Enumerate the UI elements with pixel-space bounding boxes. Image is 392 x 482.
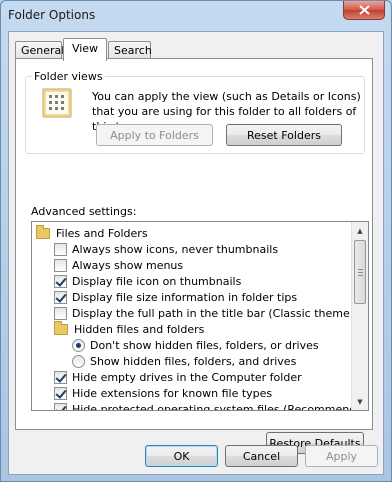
tree-item-display-full-path[interactable]: Display the full path in the title bar (…	[54, 305, 369, 321]
checkbox[interactable]	[54, 274, 67, 288]
tree-item-label: Always show menus	[72, 258, 184, 272]
tree-item-always-show-icons[interactable]: Always show icons, never thumbnails	[54, 241, 278, 257]
checkbox[interactable]	[54, 402, 67, 410]
tree-item-display-file-icon[interactable]: Display file icon on thumbnails	[54, 273, 241, 289]
folder-icon	[54, 320, 68, 335]
folder-icon	[36, 224, 50, 239]
checkbox[interactable]	[54, 386, 67, 400]
folder-views-icon	[42, 88, 72, 118]
scroll-down-arrow-icon[interactable]: ▼	[352, 393, 368, 410]
close-button[interactable]	[343, 1, 385, 20]
tree-item-label: Display file size information in folder …	[72, 290, 298, 304]
tree-item-label: Hide extensions for known file types	[72, 386, 273, 400]
tree-item-label: Display file icon on thumbnails	[72, 274, 242, 288]
tree-item-label: Hidden files and folders	[74, 322, 205, 336]
tab-general-label: General	[21, 44, 65, 57]
tree-item-label: Hide protected operating system files (R…	[72, 402, 369, 411]
close-icon	[358, 5, 370, 15]
tree-item-label: Show hidden files, folders, and drives	[90, 354, 297, 368]
tree-item-label: Don't show hidden files, folders, or dri…	[90, 338, 319, 352]
folder-views-legend: Folder views	[32, 70, 105, 83]
checkbox[interactable]	[54, 242, 67, 256]
tab-view[interactable]: View	[63, 38, 107, 61]
checkbox[interactable]	[54, 370, 67, 384]
title-bar[interactable]: Folder Options	[1, 1, 391, 31]
advanced-settings-label: Advanced settings:	[31, 205, 137, 218]
checkbox[interactable]	[54, 290, 67, 304]
apply-button[interactable]: Apply	[305, 445, 378, 467]
tree-folder-hidden-files: Hidden files and folders	[54, 320, 205, 337]
tree-item-label: Files and Folders	[56, 226, 148, 240]
tree-item-label: Always show icons, never thumbnails	[72, 242, 279, 256]
tree-scrollbar[interactable]: ▲ ▼	[351, 222, 368, 410]
tree-folder-files-and-folders: Files and Folders	[36, 224, 148, 241]
radio-button[interactable]	[72, 354, 85, 368]
window-title: Folder Options	[8, 8, 96, 22]
tree-item-hide-protected-files[interactable]: Hide protected operating system files (R…	[54, 401, 369, 411]
apply-to-folders-button[interactable]: Apply to Folders	[96, 124, 213, 146]
tree-item-hide-extensions[interactable]: Hide extensions for known file types	[54, 385, 272, 401]
tree-item-always-show-menus[interactable]: Always show menus	[54, 257, 183, 273]
scroll-thumb[interactable]	[354, 240, 366, 304]
folder-options-window: Folder Options General View Search Folde…	[0, 0, 392, 482]
tree-item-show-hidden[interactable]: Show hidden files, folders, and drives	[72, 353, 296, 369]
tab-view-label: View	[71, 42, 99, 55]
cancel-button[interactable]: Cancel	[225, 445, 298, 467]
tree-item-label: Display the full path in the title bar (…	[72, 306, 369, 320]
radio-button[interactable]	[72, 338, 85, 352]
tree-item-display-file-size[interactable]: Display file size information in folder …	[54, 289, 297, 305]
tree-item-hide-empty-drives[interactable]: Hide empty drives in the Computer folder	[54, 369, 302, 385]
checkbox[interactable]	[54, 306, 67, 320]
tree-item-dont-show-hidden[interactable]: Don't show hidden files, folders, or dri…	[72, 337, 319, 353]
ok-button[interactable]: OK	[145, 445, 218, 467]
scroll-up-arrow-icon[interactable]: ▲	[352, 222, 368, 239]
advanced-settings-tree[interactable]: Files and Folders Always show icons, nev…	[31, 221, 369, 411]
tab-search-label: Search	[114, 44, 152, 57]
folder-views-group: Folder views You can apply the view (suc…	[25, 70, 365, 154]
checkbox[interactable]	[54, 258, 67, 272]
view-tab-panel: Folder views You can apply the view (suc…	[15, 58, 373, 454]
tree-item-label: Hide empty drives in the Computer folder	[72, 370, 302, 384]
reset-folders-button[interactable]: Reset Folders	[226, 124, 342, 146]
dialog-client-area: General View Search Folder views You can…	[8, 31, 384, 475]
